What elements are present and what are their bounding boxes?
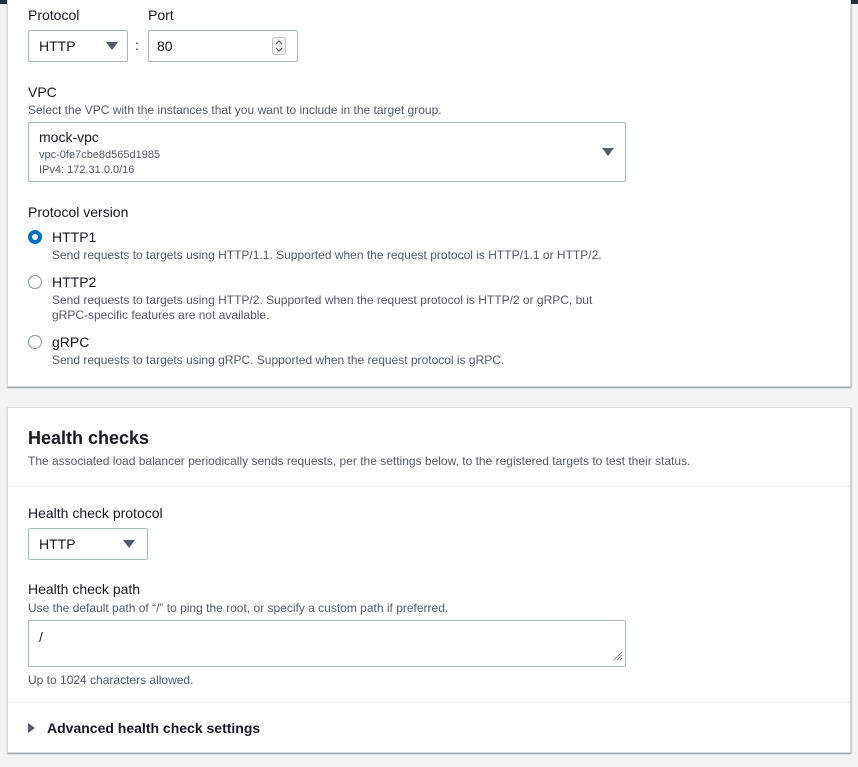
advanced-health-check-settings-expander[interactable]: Advanced health check settings — [28, 718, 328, 740]
radio-button-grpc[interactable] — [28, 335, 42, 349]
caret-down-icon — [602, 148, 614, 156]
vpc-cidr: IPv4: 172.31.0.0/16 — [39, 164, 135, 176]
protocol-version-label: Protocol version — [28, 204, 129, 220]
health-check-path-label: Health check path — [28, 581, 141, 597]
section-divider — [8, 486, 850, 487]
protocol-label: Protocol — [28, 7, 80, 23]
vpc-select[interactable]: mock-vpc vpc-0fe7cbe8d565d1985 IPv4: 172… — [28, 122, 626, 182]
resize-grip-icon[interactable] — [613, 648, 623, 664]
vpc-id: vpc-0fe7cbe8d565d1985 — [39, 149, 161, 161]
health-check-protocol-label: Health check protocol — [28, 505, 163, 521]
port-separator: : — [135, 37, 139, 53]
radio-description-http2: Send requests to targets using HTTP/2. S… — [52, 293, 593, 307]
health-checks-title: Health checks — [28, 428, 150, 448]
radio-label-http1: HTTP1 — [52, 229, 97, 245]
updown-stepper-icon[interactable] — [272, 37, 286, 55]
vpc-label: VPC — [28, 84, 57, 100]
protocol-select[interactable]: HTTP — [28, 30, 128, 62]
health-checks-panel: Health checks The associated load balanc… — [7, 407, 851, 753]
protocol-select-value: HTTP — [39, 38, 76, 54]
radio-description-grpc: Send requests to targets using gRPC. Sup… — [52, 353, 505, 367]
health-check-path-value: / — [39, 629, 43, 645]
radio-description-http2-line2: gRPC-specific features are not available… — [52, 308, 270, 322]
health-checks-description: The associated load balancer periodicall… — [28, 454, 691, 468]
protocol-version-option-grpc[interactable]: gRPC Send requests to targets using gRPC… — [28, 333, 638, 371]
radio-label-http2: HTTP2 — [52, 274, 97, 290]
health-check-protocol-select[interactable]: HTTP — [28, 528, 148, 560]
caret-down-icon — [123, 540, 135, 548]
protocol-version-option-http1[interactable]: HTTP1 Send requests to targets using HTT… — [28, 228, 638, 266]
radio-button-http1[interactable] — [28, 230, 42, 244]
section-divider — [8, 702, 850, 703]
caret-right-icon — [28, 723, 35, 733]
health-check-path-description: Use the default path of “/” to ping the … — [28, 601, 449, 615]
port-input[interactable]: 80 — [148, 30, 298, 62]
radio-description-http1: Send requests to targets using HTTP/1.1.… — [52, 248, 602, 262]
vpc-description: Select the VPC with the instances that y… — [28, 103, 442, 117]
port-label: Port — [148, 7, 174, 23]
advanced-health-check-settings-label: Advanced health check settings — [47, 720, 261, 736]
port-input-value: 80 — [157, 38, 173, 54]
radio-button-http2[interactable] — [28, 275, 42, 289]
target-settings-panel: Protocol Port HTTP : 80 VPC Select the V… — [7, 0, 851, 387]
radio-label-grpc: gRPC — [52, 334, 90, 350]
health-check-path-input[interactable]: / — [28, 620, 626, 667]
vpc-name: mock-vpc — [39, 129, 99, 145]
health-check-path-constraint: Up to 1024 characters allowed. — [28, 673, 194, 687]
protocol-version-option-http2[interactable]: HTTP2 Send requests to targets using HTT… — [28, 273, 638, 325]
caret-down-icon — [106, 42, 118, 50]
health-check-protocol-value: HTTP — [39, 536, 76, 552]
